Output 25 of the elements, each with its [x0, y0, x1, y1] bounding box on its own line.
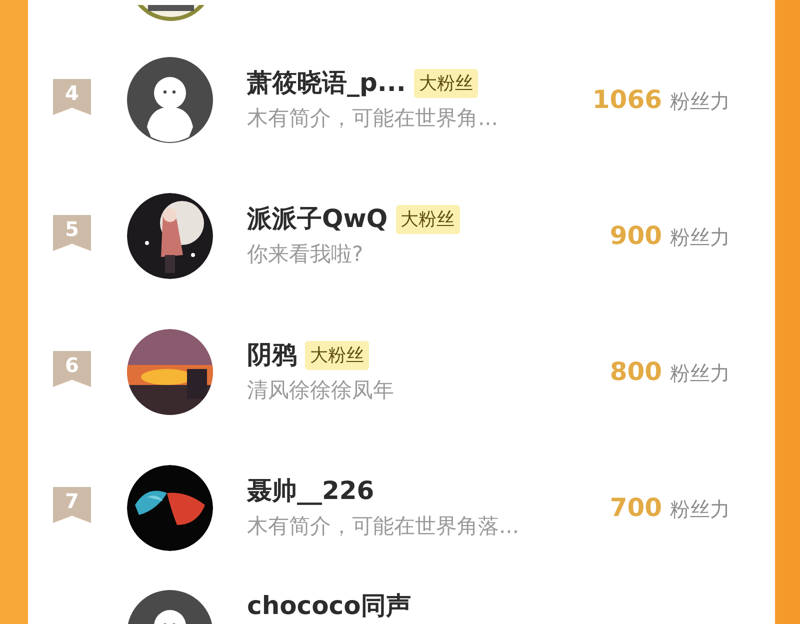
fan-score: 800 [610, 356, 662, 388]
score-unit: 粉丝力 [670, 360, 730, 388]
user-name: 聂帅__226 [247, 475, 374, 507]
score-unit: 粉丝力 [670, 88, 730, 116]
fan-score: 1066 [592, 84, 662, 116]
score-unit: 粉丝力 [670, 224, 730, 252]
rank-ribbon: 6 [53, 351, 91, 387]
fan-score: 700 [610, 492, 662, 524]
rank-ribbon: 4 [53, 79, 91, 115]
fan-level-tag: 大粉丝 [305, 340, 369, 370]
user-bio: 木有简介，可能在世界角... [247, 105, 500, 132]
rank-ribbon: 5 [53, 215, 91, 251]
fan-score: 900 [610, 220, 662, 252]
fan-level-tag: 大粉丝 [414, 68, 478, 98]
avatar-icon [127, 57, 213, 143]
user-name: chococo同声 [247, 590, 411, 622]
fan-level-tag: 大粉丝 [396, 204, 460, 234]
user-name: 萧筱晓语_p... [247, 67, 406, 99]
user-name: 阴鸦 [247, 339, 297, 371]
score-unit: 粉丝力 [670, 496, 730, 524]
rank-ribbon: 7 [53, 487, 91, 523]
user-name: 派派子QwQ [247, 203, 388, 235]
user-bio: 你来看我啦? [247, 241, 364, 268]
user-bio: 木有简介，可能在世界角落... [247, 513, 520, 540]
user-bio: 清风徐徐徐凤年 [247, 377, 395, 404]
